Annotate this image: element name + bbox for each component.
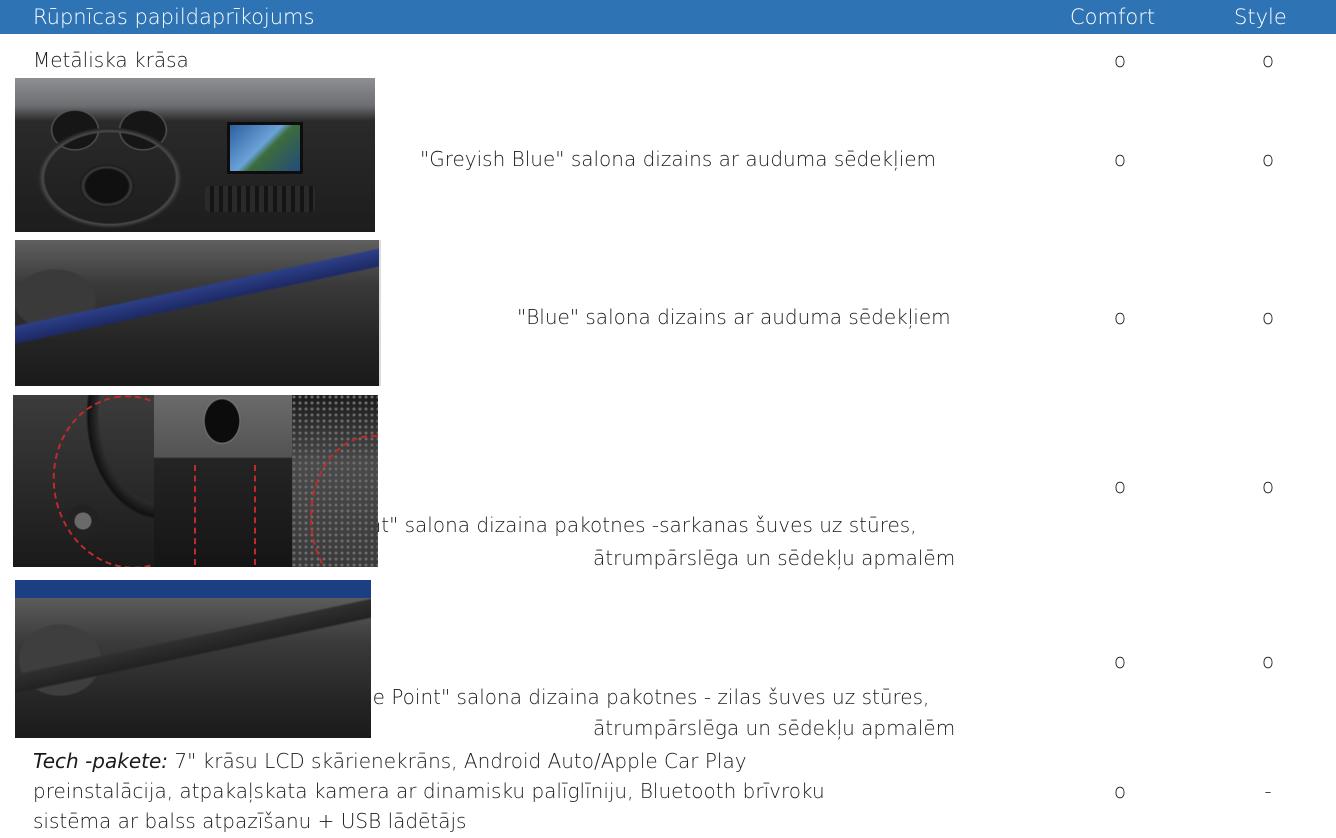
column-header-style: Style <box>1234 5 1287 29</box>
row-label-red-point-line1: int" salona dizaina pakotnes -sarkanas š… <box>363 513 917 537</box>
row-label-blue-point-line2: ātrumpārslēga un sēdekļu apmalēm <box>593 716 956 740</box>
row-comfort-value: o <box>1113 147 1127 171</box>
red-stitch-seat-photo <box>292 395 378 567</box>
row-style-value: o <box>1261 305 1275 329</box>
row-label-tech-package-line3: sistēma ar balss atpazīšanu + USB lādētā… <box>33 809 467 833</box>
row-comfort-value: o <box>1113 305 1127 329</box>
table-header: Rūpnīcas papildaprīkojums Comfort Style <box>0 0 1336 34</box>
row-comfort-value: o <box>1113 649 1127 673</box>
blue-interior-photo <box>15 240 381 386</box>
red-stitch-gear-shifter-photo <box>154 395 292 567</box>
row-label-metallic-paint: Metāliska krāsa <box>33 48 189 72</box>
row-label-blue-point-line1: ue Point" salona dizaina pakotnes - zila… <box>360 685 930 709</box>
red-stitch-line <box>194 465 256 565</box>
row-style-value: o <box>1261 48 1275 72</box>
row-label-red-point-line2: ātrumpārslēga un sēdekļu apmalēm <box>593 546 956 570</box>
red-stitch-steering-wheel-photo <box>13 395 154 567</box>
row-label-greyish-blue: "Greyish Blue" salona dizains ar auduma … <box>420 147 937 171</box>
row-comfort-value: o <box>1113 779 1127 803</box>
row-style-value: o <box>1261 474 1275 498</box>
row-label-tech-package-line1: Tech -pakete: 7" krāsu LCD skārienekrāns… <box>33 748 747 775</box>
tech-package-title: Tech -pakete: <box>33 749 169 773</box>
row-label-tech-package-line2: preinstalācija, atpakaļskata kamera ar d… <box>33 779 825 803</box>
red-stitch-line <box>39 395 154 567</box>
red-stitch-line <box>310 435 378 567</box>
blue-point-interior-photo <box>15 580 371 738</box>
row-style-value: o <box>1261 147 1275 171</box>
tech-package-line1-text: 7" krāsu LCD skārienekrāns, Android Auto… <box>168 749 747 773</box>
row-comfort-value: o <box>1113 474 1127 498</box>
column-header-comfort: Comfort <box>1070 5 1156 29</box>
row-label-blue: "Blue" salona dizains ar auduma sēdekļie… <box>517 305 951 329</box>
greyish-blue-interior-photo <box>15 78 375 232</box>
row-comfort-value: o <box>1113 48 1127 72</box>
infotainment-screen <box>227 122 303 174</box>
air-vent <box>205 186 315 212</box>
row-style-value: - <box>1264 779 1272 803</box>
options-table: Rūpnīcas papildaprīkojums Comfort Style … <box>0 0 1336 838</box>
header-title: Rūpnīcas papildaprīkojums <box>33 5 315 29</box>
row-style-value: o <box>1261 649 1275 673</box>
